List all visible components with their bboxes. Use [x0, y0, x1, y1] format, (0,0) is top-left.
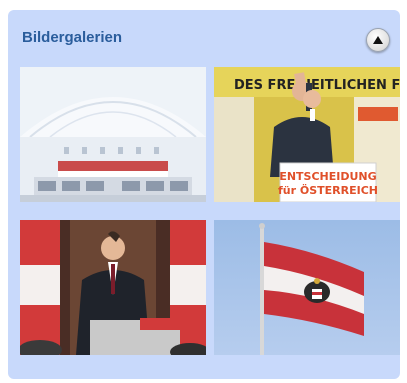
widget-title: Bildergalerien — [22, 29, 123, 46]
gallery-thumbnail-flag[interactable] — [214, 220, 400, 355]
speaker-flags-image — [20, 220, 206, 355]
podium-text-line1: ENTSCHEIDUNG — [279, 170, 376, 183]
hall-event-image — [20, 67, 206, 202]
speaker-podium-image: DES FREIHEITLICHEN FPÖ ENTSCHEIDUNG für … — [214, 67, 400, 202]
podium-text-line2: für ÖSTERREICH — [278, 183, 378, 197]
widget-header: Bildergalerien — [8, 10, 400, 60]
gallery-widget: Bildergalerien DES FREIHEITLICHEN F ENTS… — [8, 10, 400, 379]
gallery-thumbnail-hall-event[interactable] — [20, 67, 206, 202]
banner-text: DES FREIHEITLICHEN FPÖ — [234, 77, 400, 93]
chevron-up-icon — [373, 36, 383, 44]
gallery-thumbnail-speaker-podium[interactable]: DES FREIHEITLICHEN FPÖ ENTSCHEIDUNG für … — [214, 67, 400, 202]
gallery-thumbnail-speaker-flags[interactable] — [20, 220, 206, 355]
collapse-button[interactable] — [366, 28, 390, 52]
flag-image — [214, 220, 400, 355]
